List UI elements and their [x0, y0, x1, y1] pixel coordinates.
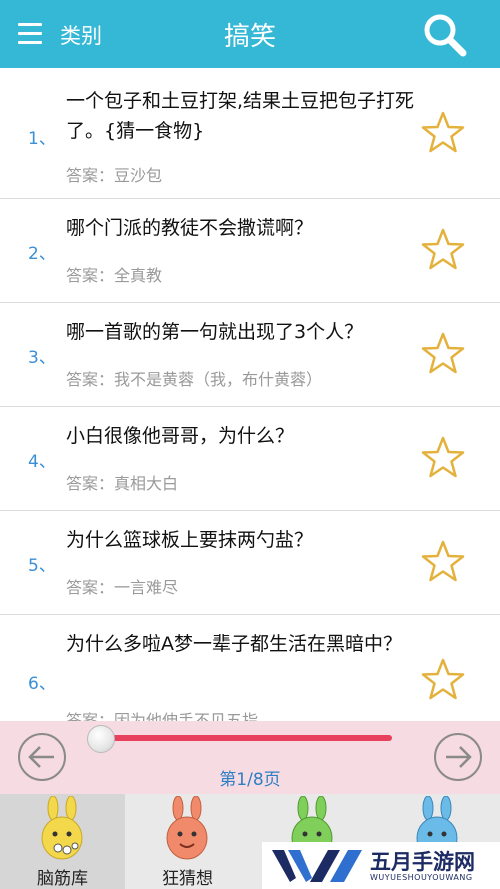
page-slider-thumb[interactable] — [87, 725, 115, 753]
item-number: 3、 — [28, 348, 56, 368]
list-item[interactable]: 3、 哪一首歌的第一句就出现了3个人？ 答案：我不是黄蓉（我，布什黄蓉） — [0, 303, 500, 407]
answer-text: 答案：一言难尽 — [66, 578, 179, 597]
favorite-star-icon[interactable] — [420, 435, 466, 481]
watermark-subtitle: WUYUESHOUYOUWANG — [370, 873, 473, 882]
question-text: 为什么多啦A梦一辈子都生活在黑暗中？ — [66, 633, 402, 655]
watermark-title: 五月手游网 — [370, 850, 475, 874]
answer-text: 答案：全真教 — [66, 266, 163, 285]
tab-brain-library[interactable]: 脑筋库 — [0, 794, 125, 889]
question-text: 哪一首歌的第一句就出现了3个人？ — [66, 321, 364, 343]
watermark: 五月手游网 WUYUESHOUYOUWANG — [262, 842, 500, 889]
item-number: 5、 — [28, 556, 56, 576]
answer-text: 答案：我不是黄蓉（我，布什黄蓉） — [66, 370, 323, 389]
item-number: 6、 — [28, 674, 56, 694]
orange-bunny-icon — [166, 796, 208, 860]
watermark-logo-icon — [272, 850, 362, 882]
list-item[interactable]: 2、 哪个门派的教徒不会撒谎啊？ 答案：全真教 — [0, 199, 500, 303]
answer-text: 答案：真相大白 — [66, 474, 179, 493]
pager-bar: 第1/8页 — [0, 721, 500, 794]
app-header: 类别 搞笑 — [0, 0, 500, 68]
list-item[interactable]: 6、 为什么多啦A梦一辈子都生活在黑暗中？ 答案：因为他伸手不见五指 — [0, 615, 500, 721]
question-text: 一个包子和土豆打架,结果土豆把包子打死了。{猜一食物} — [66, 90, 415, 142]
favorite-star-icon[interactable] — [420, 657, 466, 703]
page-indicator: 第1/8页 — [219, 770, 281, 790]
tab-wild-guess[interactable]: 狂猜想 — [125, 794, 250, 889]
tab-label: 脑筋库 — [37, 869, 88, 889]
favorite-star-icon[interactable] — [420, 331, 466, 377]
item-number: 4、 — [28, 452, 56, 472]
yellow-bunny-icon — [41, 796, 83, 860]
page-slider-track[interactable] — [112, 735, 392, 741]
answer-text: 答案：豆沙包 — [66, 166, 163, 185]
question-text: 小白很像他哥哥，为什么？ — [66, 425, 295, 447]
riddle-list[interactable]: 1、 一个包子和土豆打架,结果土豆把包子打死了。{猜一食物} 答案：豆沙包 2、… — [0, 68, 500, 721]
list-item[interactable]: 5、 为什么篮球板上要抹两勺盐？ 答案：一言难尽 — [0, 511, 500, 615]
list-item[interactable]: 4、 小白很像他哥哥，为什么？ 答案：真相大白 — [0, 407, 500, 511]
favorite-star-icon[interactable] — [420, 539, 466, 585]
question-text: 为什么篮球板上要抹两勺盐？ — [66, 529, 314, 551]
item-number: 2、 — [28, 244, 56, 264]
favorite-star-icon[interactable] — [420, 110, 466, 156]
search-icon[interactable] — [420, 10, 468, 58]
list-item[interactable]: 1、 一个包子和土豆打架,结果土豆把包子打死了。{猜一食物} 答案：豆沙包 — [0, 68, 500, 199]
question-text: 哪个门派的教徒不会撒谎啊？ — [66, 217, 314, 239]
favorite-star-icon[interactable] — [420, 227, 466, 273]
item-number: 1、 — [28, 129, 56, 149]
tab-label: 狂猜想 — [162, 869, 213, 889]
answer-text: 答案：因为他伸手不见五指 — [66, 711, 259, 721]
